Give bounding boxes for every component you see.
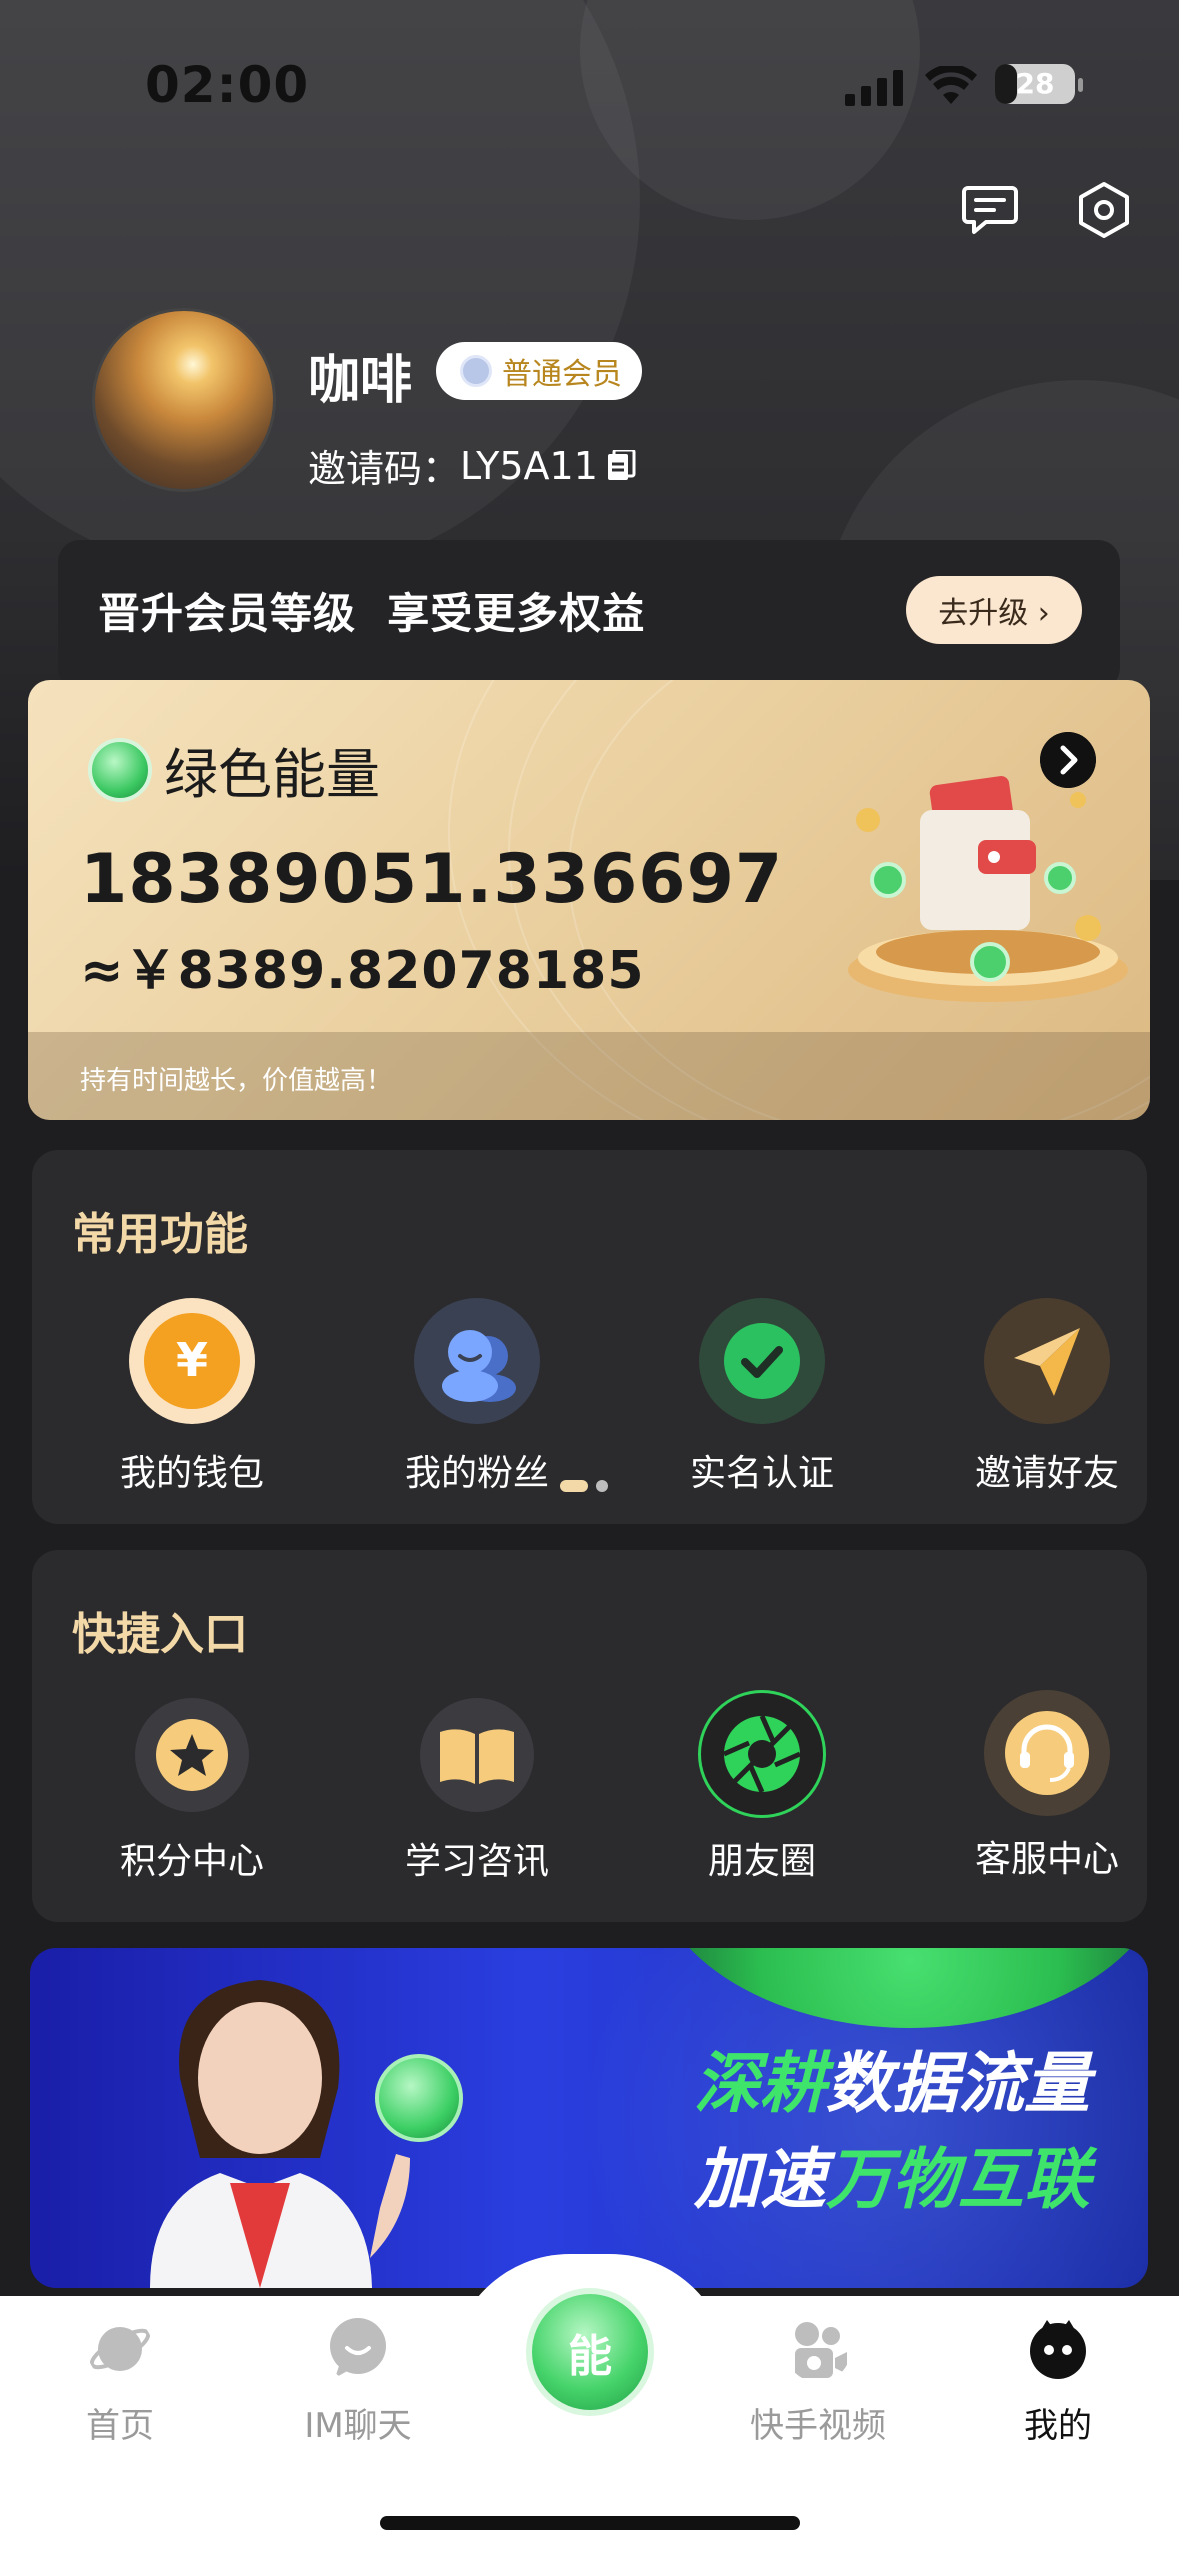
status-bar: 02:00 28 (0, 0, 1179, 170)
function-label: 邀请好友 (974, 1453, 1119, 1494)
tab-im-chat[interactable]: IM聊天 (268, 2316, 448, 2447)
energy-note: 持有时间越长，价值越高！ (80, 1066, 393, 1096)
function-label: 我的粉丝 (404, 1453, 549, 1494)
energy-title: 绿色能量 (164, 743, 380, 806)
status-time: 02:00 (145, 56, 310, 114)
banner-line-2: 加速万物互联 (694, 2141, 1090, 2218)
page-dot-active (560, 1480, 588, 1492)
energy-footer: 持有时间越长，价值越高！ (28, 1032, 1150, 1120)
tab-label: IM聊天 (304, 2406, 412, 2446)
center-button-glyph: 能 (568, 2331, 612, 2382)
energy-center-icon[interactable]: 能 (532, 2294, 648, 2410)
function-label: 实名认证 (689, 1453, 834, 1494)
tab-kuaishou-video[interactable]: 快手视频 (728, 2316, 908, 2447)
banner-line-1: 深耕数据流量 (694, 2045, 1090, 2122)
energy-title-row: 绿色能量 (88, 730, 380, 809)
battery-tip (1078, 78, 1083, 92)
entry-moments[interactable]: 朋友圈 (652, 1690, 872, 1884)
verify-check-icon (699, 1298, 825, 1424)
function-my-fans[interactable]: 我的粉丝 (367, 1298, 587, 1496)
aperture-icon (698, 1690, 826, 1818)
battery-level: 28 (1015, 67, 1055, 100)
entry-label: 朋友圈 (707, 1841, 816, 1882)
quick-entries-title: 快捷入口 (72, 1609, 248, 1660)
entry-customer-service[interactable]: 客服中心 (937, 1690, 1157, 1882)
energy-cny-value: ≈￥8389.82078185 (80, 941, 645, 1001)
member-level-label: 普通会员 (502, 357, 622, 392)
fans-icon (414, 1298, 540, 1424)
upgrade-banner: 晋升会员等级 享受更多权益 去升级 › (58, 540, 1120, 690)
battery-icon: 28 (995, 64, 1075, 104)
tab-me[interactable]: 我的 (968, 2316, 1148, 2447)
invite-code-label: 邀请码： (308, 447, 461, 491)
member-level-badge[interactable]: 普通会员 (436, 342, 642, 400)
common-functions-panel: 常用功能 ¥ 我的钱包 我的粉丝 实名认证 邀请好友 (32, 1150, 1147, 1524)
message-icon[interactable] (960, 180, 1020, 240)
page-dot (596, 1480, 608, 1492)
paper-plane-icon (984, 1298, 1110, 1424)
cellular-signal-icon (845, 70, 903, 106)
function-real-name-verify[interactable]: 实名认证 (652, 1298, 872, 1496)
invite-code-value: LY5A11 (460, 443, 598, 488)
function-my-wallet[interactable]: ¥ 我的钱包 (82, 1298, 302, 1496)
green-energy-card[interactable]: 绿色能量 18389051.336697 ≈￥8389.82078185 持有时… (28, 680, 1150, 1120)
green-coin-icon (375, 2054, 463, 2142)
energy-value: 18389051.336697 (80, 840, 784, 919)
copy-icon[interactable] (606, 449, 636, 482)
green-energy-coin-icon (88, 737, 152, 802)
entry-learning-news[interactable]: 学习咨讯 (367, 1698, 587, 1884)
headset-icon (984, 1690, 1110, 1816)
entry-points-center[interactable]: 积分中心 (82, 1698, 302, 1884)
me-icon (1030, 2320, 1086, 2379)
video-camera-icon (795, 2322, 847, 2378)
chat-icon (330, 2318, 386, 2378)
wallet-yen-icon: ¥ (129, 1298, 255, 1424)
invite-code-row: 邀请码： LY5A11 (308, 438, 636, 493)
entry-label: 学习咨讯 (404, 1841, 549, 1882)
upgrade-text: 晋升会员等级 享受更多权益 (98, 589, 646, 638)
entry-label: 积分中心 (119, 1841, 264, 1882)
member-badge-icon (460, 355, 492, 387)
function-label: 我的钱包 (119, 1453, 264, 1494)
function-invite-friends[interactable]: 邀请好友 (937, 1298, 1157, 1496)
tab-home[interactable]: 首页 (30, 2316, 210, 2447)
promo-banner[interactable]: 深耕数据流量 加速万物互联 (30, 1948, 1148, 2288)
username: 咖啡 (308, 351, 413, 411)
avatar[interactable] (92, 308, 276, 492)
upgrade-button[interactable]: 去升级 › (906, 576, 1082, 644)
tab-label: 我的 (1024, 2406, 1092, 2446)
home-indicator (380, 2516, 800, 2530)
page-indicator (560, 1480, 616, 1492)
tab-label: 首页 (86, 2406, 154, 2446)
entry-label: 客服中心 (974, 1839, 1119, 1880)
settings-icon[interactable] (1074, 180, 1134, 240)
tab-label: 快手视频 (750, 2406, 886, 2446)
planet-icon (89, 2327, 151, 2371)
common-functions-title: 常用功能 (72, 1209, 248, 1260)
svg-text:¥: ¥ (176, 1333, 208, 1387)
wallet-illustration-icon (848, 776, 1128, 1002)
wifi-icon (925, 66, 977, 104)
star-icon (135, 1698, 249, 1812)
quick-entries-panel: 快捷入口 积分中心 学习咨讯 朋友圈 客服中心 (32, 1550, 1147, 1922)
book-icon (420, 1698, 534, 1812)
